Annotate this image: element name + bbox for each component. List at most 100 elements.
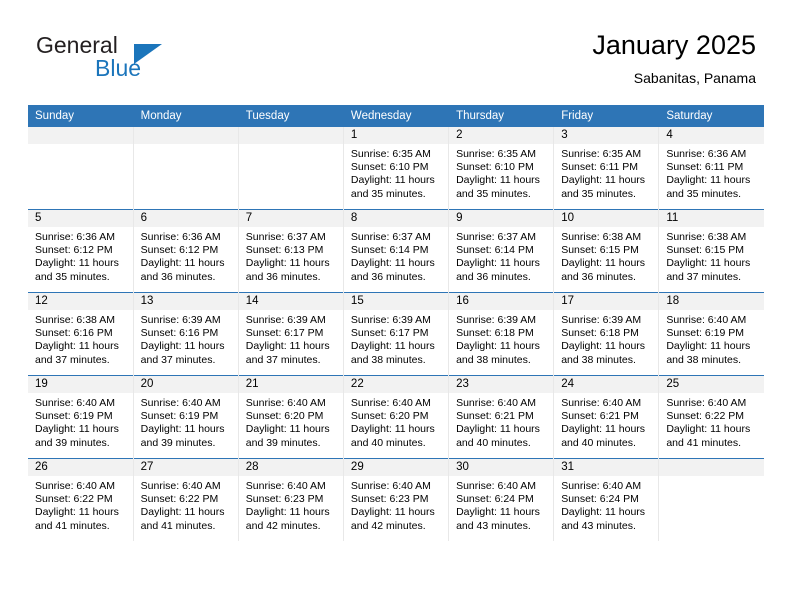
daylight-text-line1: Daylight: 11 hours [561, 257, 646, 270]
day-details: Sunrise: 6:38 AM Sunset: 6:15 PM Daylight:… [659, 227, 764, 284]
sunset-text: Sunset: 6:22 PM [35, 493, 113, 506]
calendar-day-cell[interactable]: 21 Sunrise: 6:40 AM Sunset: 6:20 PM Dayligh… [238, 375, 344, 459]
calendar-day-cell[interactable]: 10 Sunrise: 6:38 AM Sunset: 6:15 PM Dayligh… [553, 209, 660, 293]
sunset-text: Sunset: 6:11 PM [561, 161, 639, 174]
day-number: 26 [28, 459, 133, 476]
sunrise-text: Sunrise: 6:38 AM [561, 231, 642, 243]
sunset-text: Sunset: 6:21 PM [456, 410, 534, 423]
sunrise-text: Sunrise: 6:40 AM [245, 397, 326, 409]
sunset-text: Sunset: 6:19 PM [35, 410, 113, 423]
daylight-text-line2: and 36 minutes. [561, 270, 636, 283]
calendar-table: Sunday Monday Tuesday Wednesday Thursday… [28, 105, 764, 541]
day-number: 17 [554, 293, 659, 310]
calendar-day-cell[interactable]: 12 Sunrise: 6:38 AM Sunset: 6:16 PM Dayligh… [28, 292, 134, 376]
daylight-text-line2: and 43 minutes. [561, 519, 636, 532]
calendar-day-cell[interactable]: 7 Sunrise: 6:37 AM Sunset: 6:13 PM Daylight… [238, 209, 344, 293]
day-details: Sunrise: 6:40 AM Sunset: 6:19 PM Daylight:… [659, 310, 764, 367]
calendar-day-cell[interactable]: 6 Sunrise: 6:36 AM Sunset: 6:12 PM Daylight… [133, 209, 239, 293]
sunset-text: Sunset: 6:21 PM [561, 410, 639, 423]
calendar-day-cell[interactable]: 31 Sunrise: 6:40 AM Sunset: 6:24 PM Dayligh… [553, 458, 660, 541]
sunrise-text: Sunrise: 6:36 AM [35, 231, 115, 243]
general-blue-logo[interactable]: General Blue [36, 32, 226, 92]
calendar-day-cell-empty [133, 127, 239, 210]
day-number [133, 127, 238, 144]
day-details: Sunrise: 6:36 AM Sunset: 6:11 PM Daylight:… [659, 144, 764, 201]
day-number: 3 [554, 127, 659, 144]
daylight-text-line1: Daylight: 11 hours [456, 423, 540, 436]
daylight-text-line2: and 36 minutes. [140, 270, 216, 283]
sunset-text: Sunset: 6:14 PM [350, 244, 429, 257]
calendar-week-row: 12 Sunrise: 6:38 AM Sunset: 6:16 PM Dayligh… [28, 292, 764, 376]
sunrise-text: Sunrise: 6:36 AM [140, 231, 221, 243]
sunset-text: Sunset: 6:11 PM [666, 161, 744, 174]
calendar-page: General Blue January 2025 Sabanitas, Pan… [0, 0, 792, 612]
daylight-text-line1: Daylight: 11 hours [350, 257, 435, 270]
daylight-text-line2: and 40 minutes. [350, 436, 426, 449]
calendar-day-cell[interactable]: 15 Sunrise: 6:39 AM Sunset: 6:17 PM Dayligh… [343, 292, 450, 376]
calendar-day-cell[interactable]: 8 Sunrise: 6:37 AM Sunset: 6:14 PM Daylight… [343, 209, 450, 293]
day-number [28, 127, 133, 144]
daylight-text-line1: Daylight: 11 hours [350, 423, 435, 436]
calendar-day-cell[interactable]: 14 Sunrise: 6:39 AM Sunset: 6:17 PM Dayligh… [238, 292, 344, 376]
sunset-text: Sunset: 6:18 PM [561, 327, 639, 340]
daylight-text-line1: Daylight: 11 hours [561, 340, 646, 353]
calendar-day-cell[interactable]: 16 Sunrise: 6:39 AM Sunset: 6:18 PM Dayligh… [448, 292, 555, 376]
day-number: 9 [449, 210, 554, 227]
calendar-day-cell[interactable]: 17 Sunrise: 6:39 AM Sunset: 6:18 PM Dayligh… [553, 292, 660, 376]
sunrise-text: Sunrise: 6:40 AM [350, 397, 431, 409]
calendar-day-cell[interactable]: 5 Sunrise: 6:36 AM Sunset: 6:12 PM Daylight… [28, 209, 134, 293]
calendar-day-cell[interactable]: 26 Sunrise: 6:40 AM Sunset: 6:22 PM Dayligh… [28, 458, 134, 541]
calendar-day-cell[interactable]: 4 Sunrise: 6:36 AM Sunset: 6:11 PM Daylight… [658, 127, 764, 210]
daylight-text-line2: and 41 minutes. [35, 519, 110, 532]
calendar-day-cell[interactable]: 23 Sunrise: 6:40 AM Sunset: 6:21 PM Dayligh… [448, 375, 555, 459]
day-details: Sunrise: 6:36 AM Sunset: 6:12 PM Daylight:… [134, 227, 238, 284]
day-number: 28 [238, 459, 343, 476]
calendar-day-cell[interactable]: 2 Sunrise: 6:35 AM Sunset: 6:10 PM Daylight… [448, 127, 555, 210]
calendar-week-row: 1 Sunrise: 6:35 AM Sunset: 6:10 PM Daylight… [28, 127, 764, 210]
daylight-text-line2: and 41 minutes. [666, 436, 742, 449]
calendar-day-cell[interactable]: 28 Sunrise: 6:40 AM Sunset: 6:23 PM Dayligh… [238, 458, 344, 541]
day-number: 18 [659, 293, 764, 310]
sunrise-text: Sunrise: 6:37 AM [245, 231, 326, 243]
sunset-text: Sunset: 6:12 PM [140, 244, 219, 257]
daylight-text-line2: and 40 minutes. [456, 436, 531, 449]
calendar-day-cell[interactable]: 30 Sunrise: 6:40 AM Sunset: 6:24 PM Dayligh… [448, 458, 555, 541]
calendar-day-cell[interactable]: 29 Sunrise: 6:40 AM Sunset: 6:23 PM Dayligh… [343, 458, 450, 541]
calendar-day-cell[interactable]: 27 Sunrise: 6:40 AM Sunset: 6:22 PM Dayligh… [133, 458, 239, 541]
calendar-day-cell[interactable]: 19 Sunrise: 6:40 AM Sunset: 6:19 PM Dayligh… [28, 375, 134, 459]
sunrise-text: Sunrise: 6:40 AM [35, 480, 115, 492]
day-number: 24 [554, 376, 659, 393]
day-details: Sunrise: 6:40 AM Sunset: 6:22 PM Daylight:… [659, 393, 764, 450]
day-number [238, 127, 343, 144]
day-details: Sunrise: 6:40 AM Sunset: 6:20 PM Daylight:… [239, 393, 343, 450]
daylight-text-line2: and 36 minutes. [456, 270, 531, 283]
day-details: Sunrise: 6:40 AM Sunset: 6:23 PM Daylight:… [239, 476, 343, 533]
calendar-day-cell[interactable]: 9 Sunrise: 6:37 AM Sunset: 6:14 PM Daylight… [448, 209, 555, 293]
daylight-text-line1: Daylight: 11 hours [35, 257, 119, 270]
day-details: Sunrise: 6:38 AM Sunset: 6:15 PM Daylight:… [554, 227, 658, 284]
calendar-day-cell[interactable]: 24 Sunrise: 6:40 AM Sunset: 6:21 PM Dayligh… [553, 375, 660, 459]
daylight-text-line2: and 38 minutes. [456, 353, 531, 366]
daylight-text-line1: Daylight: 11 hours [140, 340, 225, 353]
calendar-day-cell[interactable]: 1 Sunrise: 6:35 AM Sunset: 6:10 PM Daylight… [343, 127, 450, 210]
calendar-day-cell[interactable]: 11 Sunrise: 6:38 AM Sunset: 6:15 PM Dayligh… [658, 209, 764, 293]
day-details: Sunrise: 6:37 AM Sunset: 6:13 PM Daylight:… [239, 227, 343, 284]
day-number: 1 [343, 127, 449, 144]
calendar-day-cell[interactable]: 18 Sunrise: 6:40 AM Sunset: 6:19 PM Dayligh… [658, 292, 764, 376]
daylight-text-line2: and 43 minutes. [456, 519, 531, 532]
calendar-day-cell[interactable]: 22 Sunrise: 6:40 AM Sunset: 6:20 PM Dayligh… [343, 375, 450, 459]
sunrise-text: Sunrise: 6:37 AM [456, 231, 537, 243]
sunrise-text: Sunrise: 6:35 AM [456, 148, 537, 160]
day-details: Sunrise: 6:35 AM Sunset: 6:10 PM Daylight:… [449, 144, 553, 201]
calendar-day-cell[interactable]: 3 Sunrise: 6:35 AM Sunset: 6:11 PM Daylight… [553, 127, 660, 210]
day-number: 5 [28, 210, 133, 227]
day-number: 21 [238, 376, 343, 393]
calendar-day-cell[interactable]: 20 Sunrise: 6:40 AM Sunset: 6:19 PM Dayligh… [133, 375, 239, 459]
sunset-text: Sunset: 6:20 PM [245, 410, 324, 423]
calendar-day-cell[interactable]: 25 Sunrise: 6:40 AM Sunset: 6:22 PM Dayligh… [658, 375, 764, 459]
weekday-header-monday: Monday [133, 105, 239, 127]
sunset-text: Sunset: 6:18 PM [456, 327, 534, 340]
day-number: 20 [133, 376, 238, 393]
day-number: 31 [554, 459, 659, 476]
calendar-day-cell[interactable]: 13 Sunrise: 6:39 AM Sunset: 6:16 PM Dayligh… [133, 292, 239, 376]
